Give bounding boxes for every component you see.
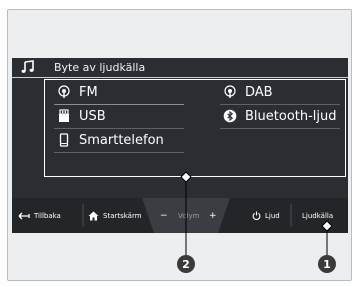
callout-lines xyxy=(180,171,333,255)
callout-marker-1: 1 xyxy=(318,255,336,273)
callout-number: 1 xyxy=(323,257,331,271)
callout-number: 2 xyxy=(182,257,190,271)
callout-marker-2: 2 xyxy=(177,255,195,273)
